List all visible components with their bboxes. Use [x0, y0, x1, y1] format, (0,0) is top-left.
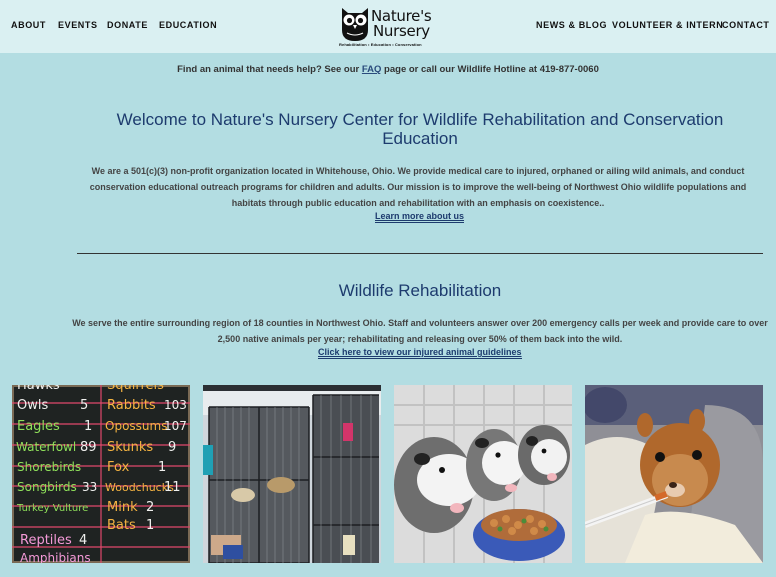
tally-squirrels: Squirrels — [107, 385, 164, 393]
injured-animal-guidelines-link[interactable]: Click here to view our injured animal gu… — [318, 347, 522, 359]
learn-more-link[interactable]: Learn more about us — [375, 211, 465, 223]
tally-hawks: Hawks — [17, 385, 60, 393]
hotline-notice: Find an animal that needs help? See our … — [0, 64, 776, 75]
nav-education[interactable]: EDUCATION — [159, 20, 217, 30]
rehab-paragraph: We serve the entire surrounding region o… — [72, 318, 768, 344]
photo-chalkboard-tally: Hawks Owls 5 Eagles 1 Waterfowl 89 Shore… — [12, 385, 190, 563]
tally-bats: Bats — [107, 518, 136, 533]
nav-donate[interactable]: DONATE — [107, 20, 148, 30]
tally-songbirds-count: 33 — [82, 480, 97, 494]
logo-tagline: Rehabilitation • Education • Conservatio… — [339, 42, 422, 47]
tally-shorebirds: Shorebirds — [17, 460, 81, 474]
logo-text-line2: Nursery — [373, 22, 430, 40]
nav-news-blog[interactable]: NEWS & BLOG — [536, 20, 607, 30]
tally-fox-count: 1 — [158, 460, 166, 475]
nav-volunteer-intern[interactable]: VOLUNTEER & INTERN — [612, 20, 723, 30]
top-navigation: ABOUT EVENTS DONATE EDUCATION Nature's N… — [0, 0, 776, 53]
section-divider — [77, 253, 763, 254]
tally-mink: Mink — [107, 500, 138, 515]
tally-woodchucks-count: 11 — [164, 480, 181, 495]
tally-waterfowl-count: 89 — [80, 440, 97, 455]
nav-contact[interactable]: CONTACT — [722, 20, 770, 30]
photo-squirrel-syringe-feeding — [585, 385, 763, 563]
tally-opossums: Opossums — [105, 419, 167, 433]
nav-events[interactable]: EVENTS — [58, 20, 98, 30]
intro-paragraph: We are a 501(c)(3) non-profit organizati… — [89, 166, 747, 208]
tally-reptiles-count: 4 — [79, 533, 87, 548]
tally-waterfowl: Waterfowl — [16, 440, 76, 454]
tally-skunks: Skunks — [107, 440, 153, 455]
photo-baby-opossums — [394, 385, 572, 563]
tally-owls-count: 5 — [80, 398, 88, 413]
tally-turkey-vulture: Turkey Vulture — [16, 503, 88, 514]
hotline-prefix: Find an animal that needs help? See our — [177, 64, 362, 75]
tally-rabbits-count: 103 — [164, 398, 187, 412]
tally-owls: Owls — [17, 398, 48, 413]
faq-link[interactable]: FAQ — [362, 64, 382, 75]
welcome-heading: Welcome to Nature's Nursery Center for W… — [116, 110, 724, 148]
tally-eagles-count: 1 — [84, 419, 92, 434]
natures-nursery-logo[interactable]: Nature's Nursery Rehabilitation • Educat… — [338, 4, 438, 50]
tally-songbirds: Songbirds — [17, 480, 77, 494]
photo-animal-cages — [203, 385, 381, 563]
tally-eagles: Eagles — [17, 419, 60, 434]
tally-bats-count: 1 — [146, 518, 154, 533]
rehab-heading: Wildlife Rehabilitation — [338, 281, 502, 300]
tally-opossums-count: 107 — [164, 419, 187, 433]
tally-amphibians: Amphibians — [20, 551, 91, 563]
hotline-suffix: page or call our Wildlife Hotline at 419… — [381, 64, 599, 75]
tally-skunks-count: 9 — [168, 440, 176, 455]
nav-about[interactable]: ABOUT — [11, 20, 46, 30]
owl-logo-icon — [342, 8, 368, 41]
tally-reptiles: Reptiles — [20, 533, 72, 548]
tally-rabbits: Rabbits — [107, 398, 156, 413]
tally-fox: Fox — [107, 460, 130, 475]
tally-mink-count: 2 — [146, 500, 154, 515]
